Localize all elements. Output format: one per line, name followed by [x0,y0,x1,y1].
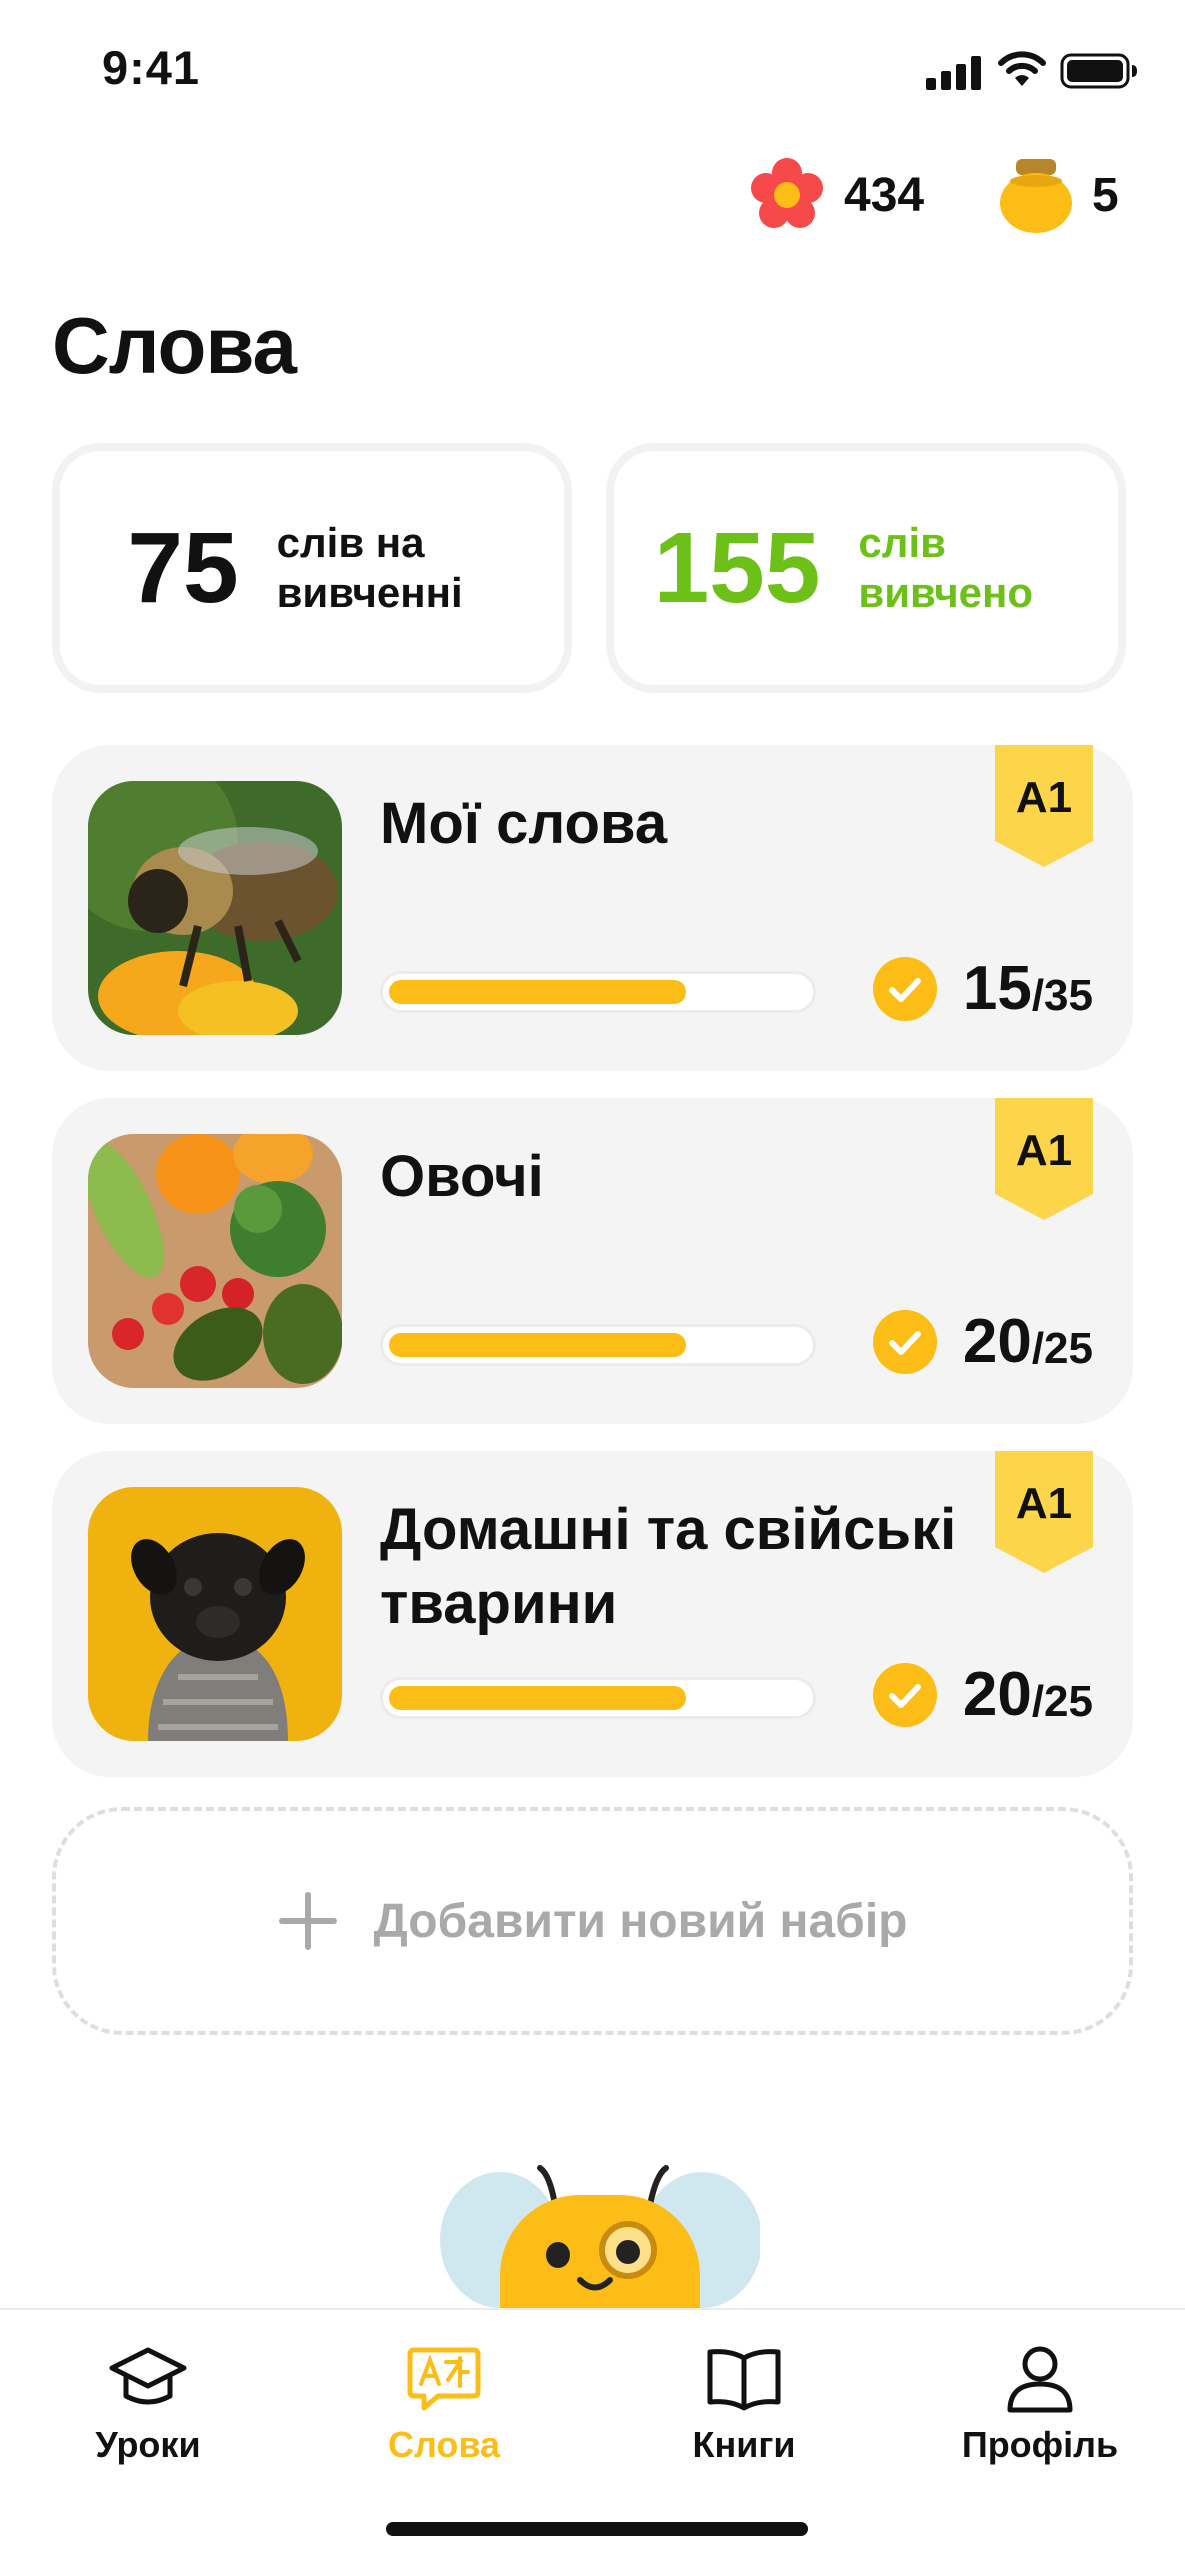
words-done: 20 [962,1307,1032,1376]
words-total: 25 [1044,1676,1093,1726]
flowers-count: 434 [844,168,925,222]
word-set-title: Овочі [380,1144,544,1209]
tab-label: Уроки [95,2424,201,2465]
progress-count: 20/25 [872,1306,1093,1377]
check-circle-icon [872,1662,937,1727]
tab-label: Слова [387,2424,501,2465]
tab-books[interactable]: Книги [644,2330,844,2480]
progress-count: 15/35 [872,953,1093,1024]
pug-photo [88,1487,342,1741]
word-set-title: Мої слова [380,791,668,856]
progress-fill [389,980,686,1004]
bee-mascot [440,2150,760,2310]
tab-words[interactable]: Слова [344,2330,544,2480]
wifi-icon [998,51,1046,86]
progress-bar [380,1324,816,1366]
level-badge: A1 [995,1098,1093,1220]
honey-jar-icon [1000,159,1072,233]
plus-icon [278,1892,337,1950]
word-set-card[interactable]: Домашні та свійські тварини A1 20/25 [52,1451,1133,1777]
honey-count: 5 [1092,168,1119,222]
words-done: 20 [962,1660,1032,1729]
progress-fill [389,1686,686,1710]
vegetables-photo [88,1134,342,1388]
words-learning-card[interactable]: 75 слів на вивченні [52,443,572,693]
words-total: 35 [1044,970,1093,1020]
word-set-card[interactable]: Мої слова A1 15/35 [52,745,1133,1071]
tab-lessons[interactable]: Уроки [48,2330,248,2480]
level-badge: A1 [995,1451,1093,1573]
tab-profile[interactable]: Профіль [940,2330,1140,2480]
progress-bar [380,971,816,1013]
add-new-set-label: Добавити новий набір [373,1894,908,1948]
book-icon [707,2349,781,2411]
progress-bar [380,1677,816,1719]
home-indicator[interactable] [386,2522,808,2536]
honey-counter[interactable]: 5 [998,152,1119,238]
word-set-card[interactable]: Овочі A1 20/25 [52,1098,1133,1424]
progress-count: 20/25 [872,1659,1093,1730]
status-time: 9:41 [102,41,201,94]
tab-label: Профіль [961,2424,1119,2465]
person-icon [1007,2346,1073,2413]
word-set-title: Домашні та свійські тварини [380,1497,957,1636]
bee-photo [88,781,342,1035]
level-badge: A1 [995,745,1093,867]
flowers-counter[interactable]: 434 [748,152,924,238]
words-learned-count: 155 [653,512,821,624]
status-bar: 9:41 [0,0,1185,140]
flower-icon [751,158,823,228]
graduation-cap-icon [109,2347,187,2405]
words-learning-label: слів на вивченні [276,519,463,616]
check-circle-icon [872,1309,937,1374]
translate-chat-icon [407,2347,481,2411]
words-learned-card[interactable]: 155 слів вивчено [606,443,1126,693]
words-done: 15 [962,954,1032,1023]
signal-icon [926,56,981,90]
add-new-set-button[interactable]: Добавити новий набір [52,1807,1133,2035]
progress-fill [389,1333,686,1357]
battery-icon [1060,53,1137,89]
tab-label: Книги [692,2424,796,2465]
words-total: 25 [1044,1323,1093,1373]
check-circle-icon [872,956,937,1021]
words-learned-label: слів вивчено [858,519,1034,616]
page-title: Слова [52,301,297,390]
words-learning-count: 75 [127,512,239,624]
